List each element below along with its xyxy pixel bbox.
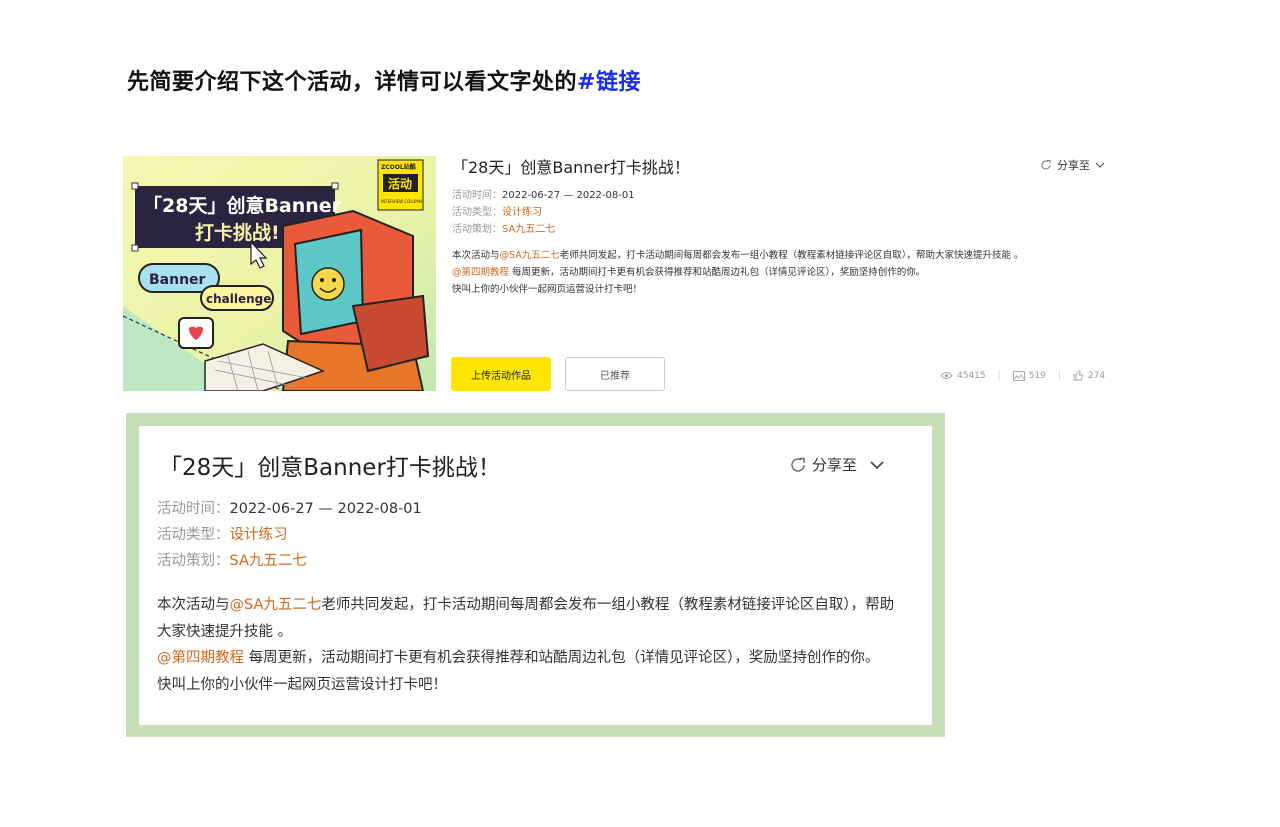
zoom-meta-planner-row: 活动策划：SA九五二七 [157,549,307,570]
divider: | [1057,370,1061,381]
likes-count: 274 [1087,370,1106,381]
share-button-small[interactable]: 分享至 [1040,157,1105,173]
card-title[interactable]: 「28天」创意Banner打卡挑战！ [452,154,690,178]
share-label: 分享至 [812,456,858,474]
card-description: 本次活动与@SA九五二七老师共同发起，打卡活动期间每周都会发布一组小教程（教程素… [452,247,1072,298]
banner-illustration: 「28天」创意Banner 打卡挑战! ZCOOL站酷 活动 INTERVIEW… [123,156,436,391]
eye-icon [940,372,953,379]
meta-time-row: 活动时间：2022-06-27 — 2022-08-01 [452,186,635,201]
meta-label: 活动类型： [157,527,230,543]
activity-banner-image[interactable]: 「28天」创意Banner 打卡挑战! ZCOOL站酷 活动 INTERVIEW… [123,156,436,391]
desc-paragraph-3: 快叫上你的小伙伴一起网页运营设计打卡吧！ [452,284,643,295]
mention-link: @SA九五二七 [229,597,322,613]
zoomed-description: 本次活动与@SA九五二七老师共同发起，打卡活动期间每周都会发布一组小教程（教程素… [157,592,897,698]
zoomed-title: 「28天」创意Banner打卡挑战！ [159,455,501,481]
desc-paragraph-1: 本次活动与@SA九五二七老师共同发起，打卡活动期间每周都会发布一组小教程（教程素… [157,592,897,645]
meta-value-link: 设计练习 [229,527,288,543]
works-stat: 519 [1012,370,1046,381]
meta-label: 活动策划： [157,553,230,569]
zoomed-detail-frame: 「28天」创意Banner打卡挑战！ 分享至 活动时间：2022-06-27 —… [126,413,945,737]
banner-bubble2: challenge [206,292,271,306]
chevron-down-icon [870,460,884,469]
meta-label: 活动策划： [452,224,502,235]
tutorial-link: @第四期教程 [157,650,244,666]
desc-paragraph-2: @第四期教程 每周更新，活动期间打卡更有机会获得推荐和站酷周边礼包（详情见评论区… [157,645,897,672]
banner-logo-top: ZCOOL站酷 [381,163,416,171]
recommended-button[interactable]: 已推荐 [565,357,665,391]
desc-text: 本次活动与 [157,597,230,613]
share-icon [1041,160,1051,170]
upload-work-button[interactable]: 上传活动作品 [451,357,551,391]
meta-value-link[interactable]: 设计练习 [502,207,542,218]
meta-label: 活动时间： [452,190,502,201]
share-icon [791,457,805,472]
share-label: 分享至 [1057,159,1090,172]
desc-text: 本次活动与 [452,250,500,261]
zoomed-detail-panel: 「28天」创意Banner打卡挑战！ 分享至 活动时间：2022-06-27 —… [139,426,932,725]
meta-planner-row: 活动策划：SA九五二七 [452,220,555,235]
mention-link[interactable]: @SA九五二七 [500,250,560,261]
banner-line2: 打卡挑战! [195,221,280,244]
banner-logo-main: 活动 [388,176,412,191]
meta-value-link[interactable]: SA九五二七 [502,224,555,235]
page-heading: 先简要介绍下这个活动，详情可以看文字处的#链接 [127,64,641,96]
chevron-down-icon [1095,162,1105,168]
meta-value: 2022-06-27 — 2022-08-01 [229,501,422,517]
heading-text: 先简要介绍下这个活动，详情可以看文字处的 [127,70,578,95]
meta-value: 2022-06-27 — 2022-08-01 [502,190,635,201]
works-count: 519 [1028,370,1046,381]
meta-value-link: SA九五二七 [229,553,307,569]
desc-paragraph-1: 本次活动与@SA九五二七老师共同发起，打卡活动期间每周都会发布一组小教程（教程素… [452,247,1072,264]
banner-bubble1: Banner [149,272,206,288]
heading-link[interactable]: #链接 [577,70,641,95]
image-icon [1012,370,1025,381]
share-button-large[interactable]: 分享至 [789,454,884,475]
desc-text: 每周更新，活动期间打卡更有机会获得推荐和站酷周边礼包（详情见评论区），奖励坚持创… [509,267,926,278]
stats-bar: 45415 | 519 | 274 [940,370,1105,381]
zoom-meta-time-row: 活动时间：2022-06-27 — 2022-08-01 [157,497,422,518]
meta-label: 活动时间： [157,501,230,517]
banner-logo-sub: INTERVIEW COLUMN [381,199,422,204]
desc-text: 每周更新，活动期间打卡更有机会获得推荐和站酷周边礼包（详情见评论区），奖励坚持创… [244,650,880,666]
divider: | [997,370,1001,381]
views-stat: 45415 [940,371,986,381]
banner-line1: 「28天」创意Banner [143,194,342,217]
thumbs-up-icon [1073,370,1084,381]
desc-paragraph-3: 快叫上你的小伙伴一起网页运营设计打卡吧！ [157,676,447,693]
meta-type-row: 活动类型：设计练习 [452,203,542,218]
likes-stat: 274 [1073,370,1105,381]
meta-label: 活动类型： [452,207,502,218]
zoom-meta-type-row: 活动类型：设计练习 [157,523,288,544]
views-count: 45415 [957,370,986,381]
tutorial-link[interactable]: @第四期教程 [452,267,509,278]
desc-text: 老师共同发起，打卡活动期间每周都会发布一组小教程（教程素材链接评论区自取），帮助… [559,250,1024,261]
desc-paragraph-2: @第四期教程 每周更新，活动期间打卡更有机会获得推荐和站酷周边礼包（详情见评论区… [452,264,1072,281]
